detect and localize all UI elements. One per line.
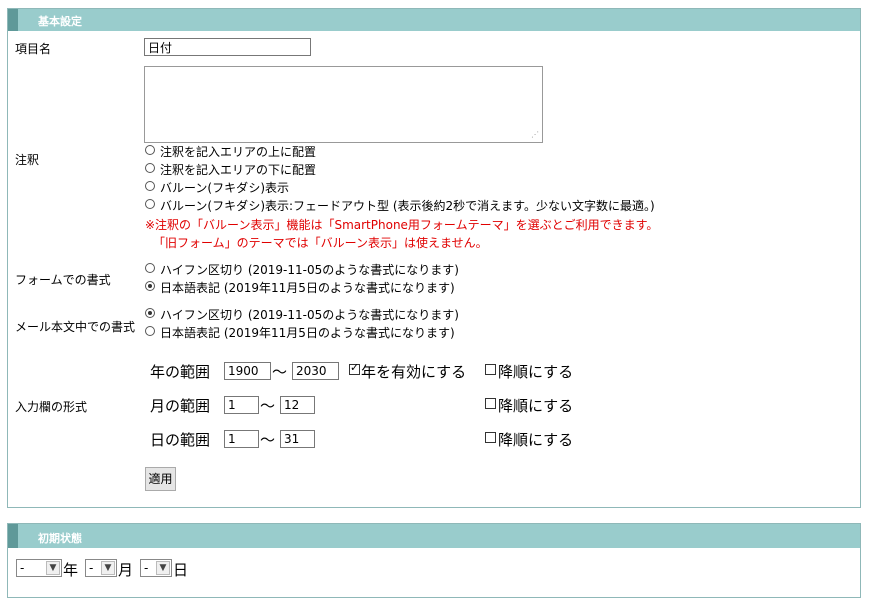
year-range-label: 年の範囲 <box>150 363 211 381</box>
month-range-label: 月の範囲 <box>150 397 211 415</box>
year-descending-checkbox[interactable] <box>485 364 496 375</box>
day-range-tilde: ～ <box>260 431 276 449</box>
initial-day-select[interactable]: - ▼ <box>140 559 172 577</box>
annotation-textarea[interactable] <box>144 66 543 143</box>
annotation-option-above-label: 注釈を記入エリアの上に配置 <box>160 145 317 159</box>
initial-month-suffix: 月 <box>118 561 134 579</box>
day-descending-checkbox[interactable] <box>485 432 496 443</box>
basic-settings-title: 基本設定 <box>38 15 82 28</box>
day-range-label: 日の範囲 <box>150 431 211 449</box>
chevron-down-icon: ▼ <box>101 561 115 575</box>
year-from-input[interactable] <box>224 362 271 380</box>
annotation-label: 注釈 <box>15 153 40 167</box>
month-from-input[interactable] <box>224 396 259 414</box>
annotation-option-balloon-label: バルーン(フキダシ)表示 <box>160 181 290 195</box>
annotation-option-balloon-fade-radio[interactable] <box>145 199 155 209</box>
year-descending-label: 降順にする <box>498 363 574 381</box>
annotation-option-balloon-fade-label: バルーン(フキダシ)表示:フェードアウト型 (表示後約2秒で消えます。少ない文字… <box>160 199 655 213</box>
mail-format-hyphen-label: ハイフン区切り (2019-11-05のような書式になります) <box>160 308 459 322</box>
initial-month-select[interactable]: - ▼ <box>85 559 117 577</box>
day-to-input[interactable] <box>280 430 315 448</box>
year-to-input[interactable] <box>292 362 339 380</box>
month-to-input[interactable] <box>280 396 315 414</box>
initial-state-panel: 初期状態 <box>7 523 861 598</box>
year-range-tilde: ～ <box>272 363 288 381</box>
initial-month-value: - <box>89 561 94 575</box>
month-descending-checkbox[interactable] <box>485 398 496 409</box>
annotation-option-balloon-radio[interactable] <box>145 181 155 191</box>
initial-year-select[interactable]: - ▼ <box>16 559 62 577</box>
initial-year-suffix: 年 <box>63 561 79 579</box>
year-enable-checkbox[interactable] <box>349 361 360 375</box>
mail-format-hyphen-radio[interactable] <box>145 308 155 318</box>
form-format-hyphen-radio[interactable] <box>145 263 155 273</box>
mail-format-japanese-radio[interactable] <box>145 326 155 336</box>
form-format-label: フォームでの書式 <box>15 273 111 287</box>
year-enable-label: 年を有効にする <box>361 363 467 381</box>
balloon-note-line1: ※注釈の「バルーン表示」機能は「SmartPhone用フォームテーマ」を選ぶとご… <box>145 218 659 232</box>
month-descending-label: 降順にする <box>498 397 574 415</box>
balloon-note-line2: 「旧フォーム」のテーマでは「バルーン表示」は使えません。 <box>153 236 488 250</box>
mail-format-label: メール本文中での書式 <box>15 320 136 334</box>
item-name-label: 項目名 <box>15 42 52 56</box>
chevron-down-icon: ▼ <box>156 561 170 575</box>
annotation-option-above-radio[interactable] <box>145 145 155 155</box>
form-format-hyphen-label: ハイフン区切り (2019-11-05のような書式になります) <box>160 263 459 277</box>
month-range-tilde: ～ <box>260 397 276 415</box>
form-format-japanese-label: 日本語表記 (2019年11月5日のような書式になります) <box>160 281 455 295</box>
item-name-input[interactable] <box>144 38 311 56</box>
basic-settings-header: 基本設定 <box>8 9 860 31</box>
day-from-input[interactable] <box>224 430 259 448</box>
initial-year-value: - <box>20 561 25 575</box>
initial-day-suffix: 日 <box>173 561 189 579</box>
initial-state-header: 初期状態 <box>8 524 860 548</box>
chevron-down-icon: ▼ <box>46 561 60 575</box>
initial-state-title: 初期状態 <box>38 532 82 545</box>
apply-button[interactable]: 適用 <box>145 467 176 491</box>
header-accent <box>8 524 18 548</box>
day-descending-label: 降順にする <box>498 431 574 449</box>
textarea-resize-grip[interactable]: ⋰ <box>531 130 539 139</box>
header-accent <box>8 9 18 31</box>
input-format-label: 入力欄の形式 <box>15 400 88 414</box>
initial-day-value: - <box>144 561 149 575</box>
annotation-option-below-label: 注釈を記入エリアの下に配置 <box>160 163 317 177</box>
form-format-japanese-radio[interactable] <box>145 281 155 291</box>
mail-format-japanese-label: 日本語表記 (2019年11月5日のような書式になります) <box>160 326 455 340</box>
annotation-option-below-radio[interactable] <box>145 163 155 173</box>
